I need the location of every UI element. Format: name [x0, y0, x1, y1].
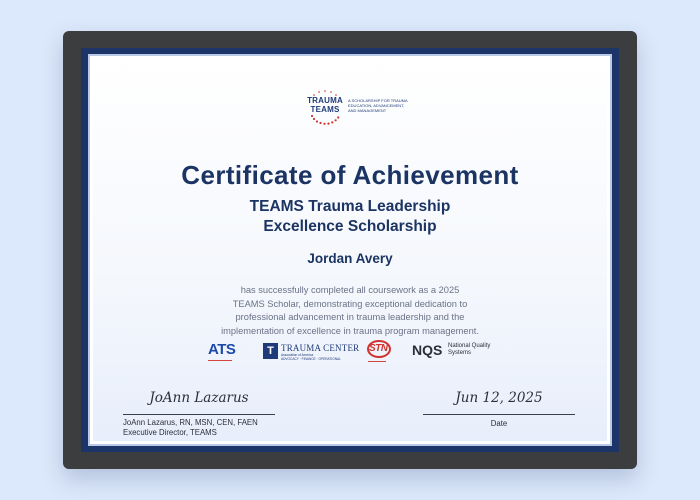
trauma-teams-logo: TRAUMA TEAMS A scholarship for trauma ed…	[306, 88, 408, 128]
tca-box-mark: T	[263, 343, 278, 359]
body-line3: professional advancement in trauma leade…	[235, 312, 465, 322]
signature-line	[123, 414, 275, 415]
date-label: Date	[490, 419, 508, 428]
nqs-name-line1: National Quality	[448, 343, 491, 349]
stn-logo: STN ▬▬▬▬▬▬	[365, 340, 395, 363]
signer-title: Executive Director, TEAMS	[123, 428, 217, 437]
stn-mark: STN	[369, 343, 388, 354]
signature-script: JoAnn Lazarus	[149, 390, 249, 406]
certificate-mat: TRAUMA TEAMS A scholarship for trauma ed…	[81, 48, 619, 452]
body-line4: implementation of excellence in trauma p…	[221, 325, 479, 336]
signature-block: JoAnn Lazarus JoAnn Lazarus, RN, MSN, CE…	[123, 390, 275, 438]
certificate-subtitle: TEAMS Trauma Leadership Excellence Schol…	[90, 197, 610, 237]
subtitle-line1: TEAMS Trauma Leadership	[249, 198, 451, 215]
subtitle-line2: Excellence Scholarship	[263, 218, 437, 235]
recipient-name: Jordan Avery	[307, 251, 393, 266]
tca-name: TRAUMA CENTER	[281, 343, 360, 353]
nqs-mark: NQS	[412, 342, 443, 358]
nqs-name: National Quality Systems	[448, 343, 490, 357]
logo-tagline: A scholarship for trauma education, adva…	[348, 98, 408, 113]
tca-tag: ADVOCACY · FINANCE · OPERATIONAL	[281, 357, 341, 361]
stn-underline-icon: ▬▬▬▬▬▬	[368, 359, 386, 363]
certificate-paper: TRAUMA TEAMS A scholarship for trauma ed…	[88, 54, 612, 446]
signer-name: JoAnn Lazarus, RN, MSN, CEN, FAEN	[123, 418, 258, 427]
ats-logo: ATS ▬▬▬▬▬▬▬▬	[208, 341, 242, 362]
nqs-name-line2: Systems	[448, 350, 472, 356]
logo-name-line2: TEAMS	[310, 105, 340, 114]
certificate-frame: TRAUMA TEAMS A scholarship for trauma ed…	[63, 31, 637, 469]
date-block: Jun 12, 2025 Date	[423, 390, 575, 428]
ats-mark: ATS	[208, 341, 236, 358]
certificate-body: has successfully completed all coursewor…	[210, 284, 490, 338]
body-line2: TEAMS Scholar, demonstrating exceptional…	[232, 298, 468, 309]
date-script: Jun 12, 2025	[455, 390, 543, 406]
trauma-center-association-logo: T TRAUMA CENTER Association of America A…	[263, 343, 359, 363]
ats-underline-icon: ▬▬▬▬▬▬▬▬	[208, 358, 232, 362]
logo-name-line1: TRAUMA	[307, 96, 343, 105]
partner-logos: ATS ▬▬▬▬▬▬▬▬ T TRAUMA CENTER Association…	[90, 340, 610, 366]
certificate-title: Certificate of Achievement	[181, 160, 519, 190]
body-line1: has successfully completed all coursewor…	[240, 285, 460, 295]
date-line	[423, 414, 575, 415]
logo-wordmark: TRAUMA TEAMS	[306, 96, 344, 114]
nqs-logo: NQS National Quality Systems	[412, 342, 502, 362]
